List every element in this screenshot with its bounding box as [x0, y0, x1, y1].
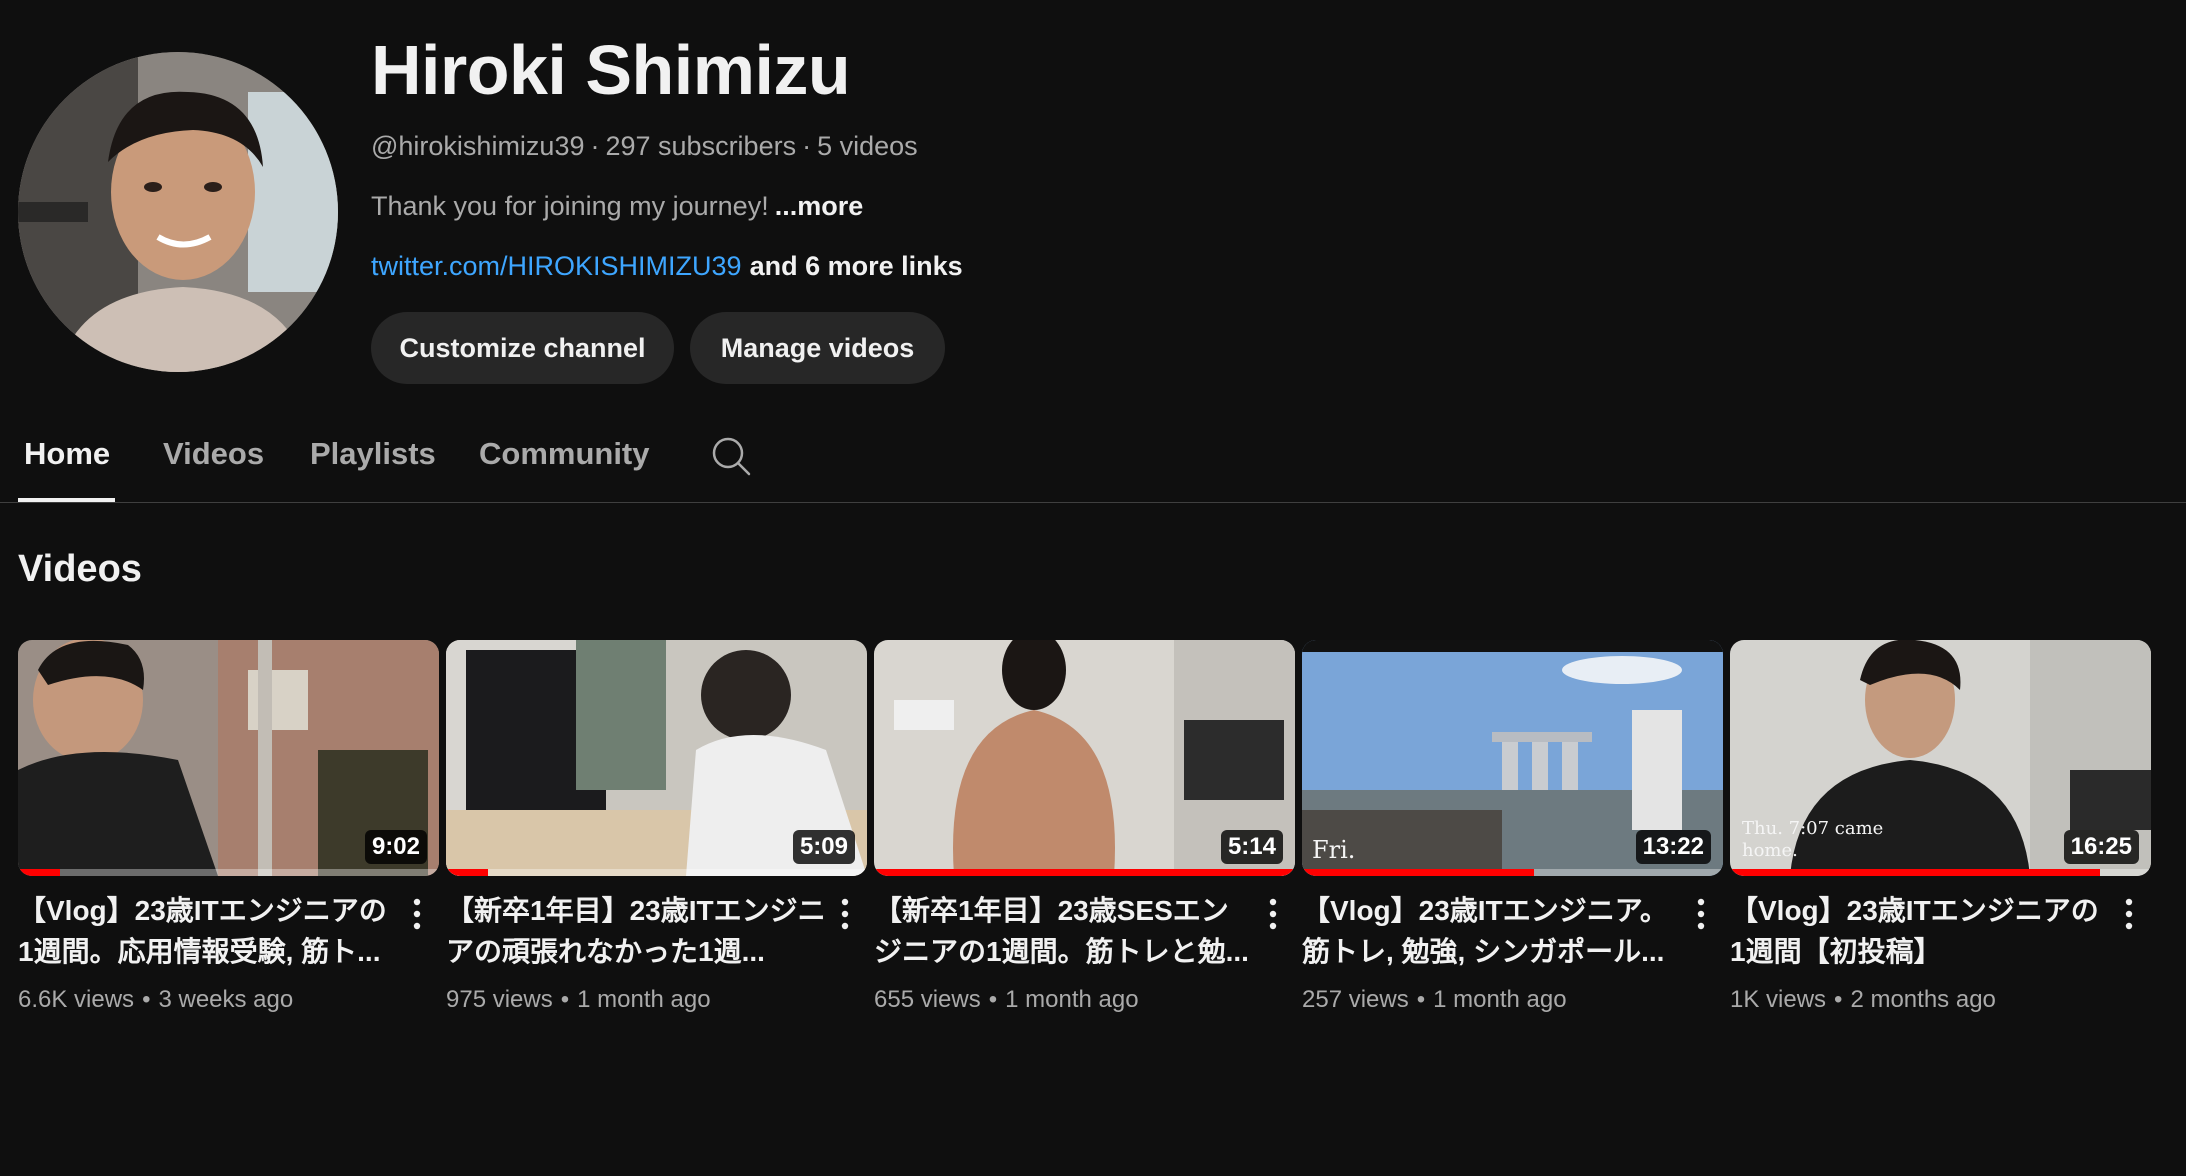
avatar-image	[18, 52, 338, 372]
upload-age: 1 month ago	[577, 986, 711, 1013]
video-duration: 5:14	[1220, 830, 1283, 864]
view-count: 257 views	[1302, 986, 1409, 1013]
video-duration: 16:25	[2063, 830, 2139, 864]
tab-home[interactable]: Home	[24, 436, 110, 472]
more-vert-icon[interactable]	[1261, 894, 1285, 934]
twitter-link[interactable]: twitter.com/HIROKISHIMIZU39	[371, 251, 742, 281]
meta-separator: ·	[590, 131, 600, 161]
upload-age: 3 weeks ago	[158, 986, 294, 1013]
video-count: 5 videos	[817, 131, 918, 161]
tab-videos[interactable]: Videos	[163, 436, 264, 472]
upload-age: 1 month ago	[1433, 986, 1567, 1013]
video-title[interactable]: 【Vlog】23歳ITエンジニアの1週間。応用情報受験, 筋ト...	[18, 890, 398, 972]
video-card[interactable]: 5:14 【新卒1年目】23歳SESエンジニアの1週間。筋トレと勉... 655…	[874, 640, 1295, 1014]
search-icon[interactable]	[710, 435, 752, 477]
tab-playlists[interactable]: Playlists	[310, 436, 436, 472]
view-count: 975 views	[446, 986, 553, 1013]
description-text: Thank you for joining my journey!	[371, 191, 769, 221]
more-vert-icon[interactable]	[405, 894, 429, 934]
more-vert-icon[interactable]	[2117, 894, 2141, 934]
view-count: 6.6K views	[18, 986, 135, 1013]
video-title[interactable]: 【Vlog】23歳ITエンジニアの1週間【初投稿】	[1730, 890, 2110, 972]
watch-progress-track	[446, 869, 867, 876]
subscriber-count: 297 subscribers	[605, 131, 797, 161]
video-thumbnail[interactable]: 9:02	[18, 640, 439, 876]
view-count: 655 views	[874, 986, 981, 1013]
video-title[interactable]: 【Vlog】23歳ITエンジニア。筋トレ, 勉強, シンガポール...	[1302, 890, 1682, 972]
video-thumbnail[interactable]: 5:09	[446, 640, 867, 876]
view-count: 1K views	[1730, 986, 1827, 1013]
channel-tabs: Home Videos Playlists Community	[0, 420, 2186, 503]
channel-handle: @hirokishimizu39	[371, 131, 585, 161]
watch-progress-fill	[874, 869, 1295, 876]
watch-progress-fill	[1730, 869, 2101, 876]
more-vert-icon[interactable]	[1689, 894, 1713, 934]
upload-age: 2 months ago	[1850, 986, 1996, 1013]
thumbnail-caption: Thu. 7:07 came home.	[1742, 818, 1884, 861]
video-duration: 13:22	[1635, 830, 1711, 864]
video-title[interactable]: 【新卒1年目】23歳SESエンジニアの1週間。筋トレと勉...	[874, 890, 1254, 972]
video-meta: 257 views • 1 month ago	[1302, 986, 1567, 1013]
thumbnail-caption: Fri.	[1312, 836, 1356, 864]
more-vert-icon[interactable]	[833, 894, 857, 934]
meta-separator: ·	[802, 131, 812, 161]
channel-page: Hiroki Shimizu @hirokishimizu39 · 297 subs…	[0, 0, 2186, 1176]
customize-channel-button[interactable]: Customize channel	[371, 312, 674, 384]
channel-meta: @hirokishimizu39 · 297 subscribers · 5 video…	[371, 131, 918, 162]
video-card[interactable]: 9:02 【Vlog】23歳ITエンジニアの1週間。応用情報受験, 筋ト... …	[18, 640, 439, 1014]
video-meta: 6.6K views • 3 weeks ago	[18, 986, 294, 1013]
manage-videos-button[interactable]: Manage videos	[690, 312, 945, 384]
watch-progress-track	[18, 869, 439, 876]
channel-description[interactable]: Thank you for joining my journey! ...more	[371, 191, 863, 222]
video-meta: 655 views • 1 month ago	[874, 986, 1139, 1013]
description-more-link[interactable]: ...more	[775, 191, 864, 221]
channel-links: twitter.com/HIROKISHIMIZU39 and 6 more li…	[371, 251, 963, 282]
more-links-link[interactable]: and 6 more links	[750, 251, 963, 281]
video-card[interactable]: 5:09 【新卒1年目】23歳ITエンジニアの頑張れなかった1週... 975 …	[446, 640, 867, 1014]
video-card[interactable]: Fri. 13:22 【Vlog】23歳ITエンジニア。筋トレ, 勉強, シンガ…	[1302, 640, 1723, 1014]
active-tab-indicator	[18, 498, 115, 502]
channel-avatar[interactable]	[18, 52, 338, 372]
watch-progress-fill	[18, 869, 61, 876]
video-thumbnail[interactable]: Thu. 7:07 came home. 16:25	[1730, 640, 2151, 876]
video-duration: 5:09	[792, 830, 855, 864]
channel-name: Hiroki Shimizu	[371, 31, 851, 109]
watch-progress-fill	[446, 869, 489, 876]
video-title[interactable]: 【新卒1年目】23歳ITエンジニアの頑張れなかった1週...	[446, 890, 826, 972]
upload-age: 1 month ago	[1005, 986, 1139, 1013]
video-meta: 1K views • 2 months ago	[1730, 986, 1996, 1013]
video-thumbnail[interactable]: Fri. 13:22	[1302, 640, 1723, 876]
video-card[interactable]: Thu. 7:07 came home. 16:25 【Vlog】23歳ITエン…	[1730, 640, 2151, 1014]
section-title[interactable]: Videos	[18, 548, 142, 591]
tab-community[interactable]: Community	[479, 436, 650, 472]
video-meta: 975 views • 1 month ago	[446, 986, 711, 1013]
video-duration: 9:02	[364, 830, 427, 864]
watch-progress-fill	[1302, 869, 1534, 876]
video-thumbnail[interactable]: 5:14	[874, 640, 1295, 876]
